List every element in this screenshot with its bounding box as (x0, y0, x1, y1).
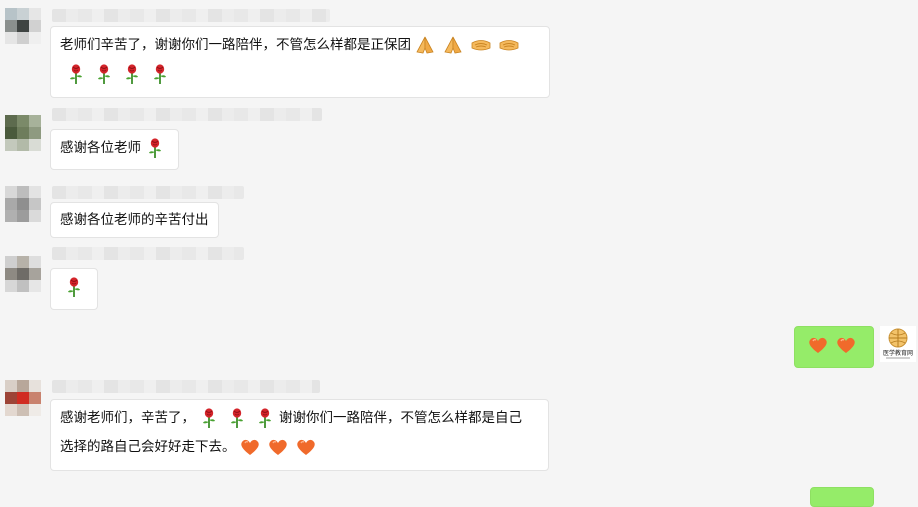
heart-icon (239, 436, 261, 458)
message-text: 感谢老师们，辛苦了， (60, 410, 195, 426)
avatar-self[interactable]: 医学教育网 (880, 326, 916, 362)
rose-icon (63, 276, 85, 298)
avatar[interactable] (5, 8, 41, 44)
message-text: 老师们辛苦了，谢谢你们一路陪伴，不管怎么样都是正保团 (60, 37, 411, 53)
handshake-icon (470, 34, 492, 56)
heart-icon (295, 436, 317, 458)
rose-icon (144, 137, 166, 159)
message-text: 感谢各位老师的辛苦付出 (60, 212, 209, 228)
rose-icon (254, 407, 276, 429)
message-bubble-self[interactable] (810, 487, 874, 507)
message-bubble-self[interactable] (794, 326, 874, 368)
avatar[interactable] (5, 256, 41, 292)
handshake-icon (498, 34, 520, 56)
sender-name (52, 380, 320, 393)
sender-name (52, 186, 244, 199)
sender-name (52, 247, 244, 260)
rose-icon (149, 63, 171, 85)
rose-icon (65, 63, 87, 85)
message-bubble[interactable]: 感谢各位老师 (50, 129, 179, 170)
pray-icon (442, 34, 464, 56)
message-text: 感谢各位老师 (60, 140, 141, 156)
medical-education-logo: 医学教育网 (883, 328, 913, 359)
avatar[interactable] (5, 186, 41, 222)
message-bubble[interactable]: 老师们辛苦了，谢谢你们一路陪伴，不管怎么样都是正保团 (50, 26, 550, 98)
sender-name (52, 108, 322, 121)
rose-icon (226, 407, 248, 429)
message-bubble[interactable]: 感谢老师们，辛苦了， 谢谢你们一路陪伴，不管怎么样都是自己 选择的路自己会好好走下… (50, 399, 549, 471)
heart-icon (835, 334, 857, 356)
pray-icon (414, 34, 436, 56)
rose-icon (93, 63, 115, 85)
message-bubble[interactable] (50, 268, 98, 310)
message-bubble[interactable]: 感谢各位老师的辛苦付出 (50, 202, 219, 238)
rose-icon (121, 63, 143, 85)
avatar[interactable] (5, 115, 41, 151)
sender-name (52, 9, 330, 22)
logo-text: 医学教育网 (883, 349, 913, 357)
heart-icon (267, 436, 289, 458)
avatar[interactable] (5, 380, 41, 416)
rose-icon (198, 407, 220, 429)
message-text: 谢谢你们一路陪伴，不管怎么样都是自己 (279, 410, 522, 426)
heart-icon (807, 334, 829, 356)
message-text: 选择的路自己会好好走下去。 (60, 439, 236, 455)
